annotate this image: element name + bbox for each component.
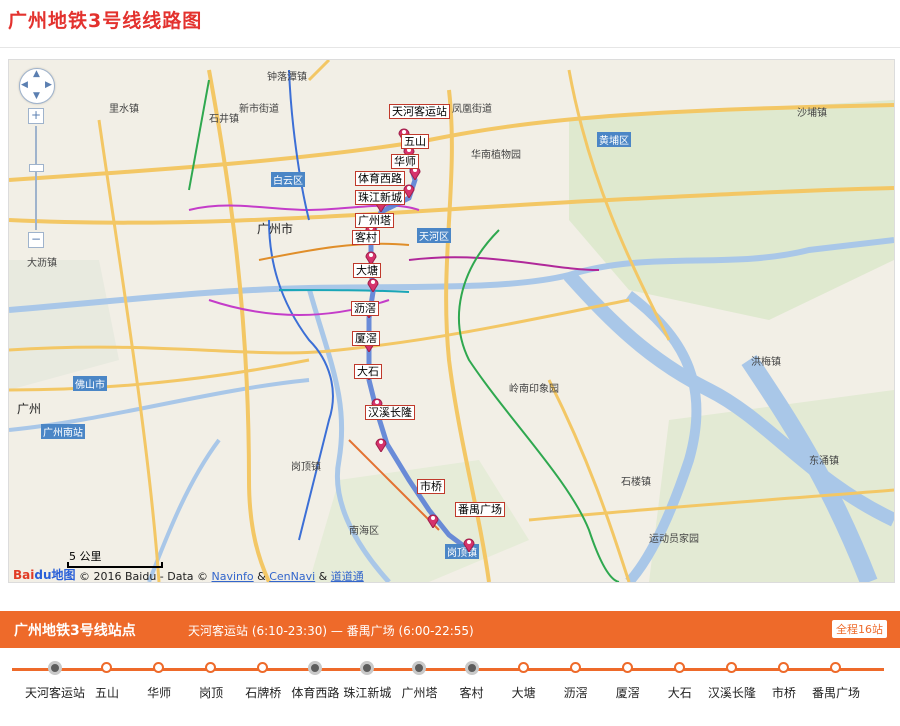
copyright-link-cennavi[interactable]: CenNavi [269, 570, 315, 582]
stop-dot-icon[interactable] [830, 662, 841, 673]
station-label[interactable]: 广州塔 [355, 213, 394, 228]
station-label[interactable]: 番禺广场 [455, 502, 505, 517]
map-copyright: © 2016 Baidu - Data © Navinfo & CenNavi … [79, 570, 364, 583]
place-label: 广州 [17, 402, 42, 416]
station-label[interactable]: 华师 [391, 154, 419, 169]
map-pan-control[interactable]: ▲ ▼ ◀ ▶ [19, 68, 55, 104]
zoom-slider-track[interactable] [29, 126, 44, 230]
transfer-stop-icon[interactable] [48, 661, 62, 675]
station-pin-icon[interactable] [461, 536, 477, 552]
transfer-stop-icon[interactable] [464, 661, 479, 675]
stop-dot-icon[interactable] [777, 662, 789, 673]
place-label: 石井镇 [209, 114, 239, 125]
station-pin-icon[interactable] [365, 276, 381, 292]
place-label: 岗顶镇 [291, 462, 321, 473]
zoom-out-button[interactable]: − [28, 232, 44, 248]
place-label: 运动员家园 [649, 534, 699, 545]
place-label: 沙埔镇 [797, 108, 827, 119]
station-label[interactable]: 市桥 [417, 479, 445, 494]
place-label: 大沥镇 [27, 258, 57, 269]
station-label[interactable]: 沥滘 [351, 301, 379, 316]
place-label: 里水镇 [109, 104, 139, 115]
stop-dot-icon[interactable] [205, 662, 217, 673]
pan-left-icon[interactable]: ◀ [21, 80, 28, 90]
transfer-stop-icon[interactable] [412, 661, 427, 675]
zoom-control: + − [28, 108, 44, 248]
pan-down-icon[interactable]: ▼ [33, 91, 40, 101]
place-label: 新市街道 [239, 104, 279, 115]
station-label[interactable]: 体育西路 [355, 171, 405, 186]
place-label: 东涌镇 [809, 456, 839, 467]
stop-dot-icon[interactable] [517, 662, 529, 673]
title-divider [0, 47, 900, 48]
place-label: 岭南印象园 [509, 384, 559, 395]
station-label[interactable]: 五山 [401, 134, 429, 149]
place-label: 钟落潭镇 [267, 72, 307, 83]
station-label[interactable]: 珠江新城 [355, 190, 405, 205]
line-track [12, 668, 884, 671]
station-label[interactable]: 天河客运站 [389, 104, 450, 119]
stop-name[interactable]: 番禺广场 [796, 684, 876, 701]
station-label[interactable]: 厦滘 [352, 331, 380, 346]
stop-dot-icon[interactable] [569, 662, 581, 673]
pan-right-icon[interactable]: ▶ [45, 80, 52, 90]
stop-dot-icon[interactable] [153, 662, 165, 673]
copyright-link-navinfo[interactable]: Navinfo [212, 570, 254, 582]
stop-dot-icon[interactable] [257, 662, 269, 673]
operating-hours: 天河客运站 (6:10-23:30) — 番禺广场 (6:00-22:55) [188, 624, 474, 638]
station-count-badge: 全程16站 [832, 620, 887, 638]
place-label: 广州市 [257, 222, 294, 236]
transfer-stop-icon[interactable] [360, 661, 375, 675]
zoom-slider-handle[interactable] [29, 164, 44, 172]
transfer-stop-icon[interactable] [308, 661, 323, 675]
place-label: 天河区 [417, 228, 451, 243]
baidu-logo[interactable]: Baidu地图 [13, 566, 76, 582]
stop-dot-icon[interactable] [725, 662, 737, 673]
stop-dot-icon[interactable] [673, 662, 685, 673]
zoom-in-button[interactable]: + [28, 108, 44, 124]
station-info-bar: 广州地铁3号线站点 天河客运站 (6:10-23:30) — 番禺广场 (6:0… [0, 611, 900, 648]
station-label[interactable]: 大塘 [353, 263, 381, 278]
copyright-link-daodaotong[interactable]: 道道通 [331, 570, 364, 582]
station-bar-title: 广州地铁3号线站点 [14, 623, 136, 639]
page-title: 广州地铁3号线线路图 [8, 10, 203, 32]
place-label: 洪梅镇 [751, 357, 781, 368]
map-canvas [9, 60, 894, 582]
station-label[interactable]: 大石 [354, 364, 382, 379]
station-label[interactable]: 客村 [352, 230, 380, 245]
place-label: 南海区 [349, 526, 379, 537]
place-label: 华南植物园 [471, 150, 521, 161]
place-label: 白云区 [271, 172, 305, 187]
place-label: 凤凰街道 [452, 104, 492, 115]
place-label: 佛山市 [73, 376, 107, 391]
place-label: 广州南站 [41, 424, 85, 439]
pan-up-icon[interactable]: ▲ [33, 69, 40, 79]
station-pin-icon[interactable] [373, 436, 389, 452]
place-label: 石楼镇 [621, 477, 651, 488]
place-label: 黄埔区 [597, 132, 631, 147]
stop-dot-icon[interactable] [101, 662, 113, 673]
stop-dot-icon[interactable] [621, 662, 633, 673]
map-view[interactable]: 钟落潭镇 里水镇 新市街道 凤凰街道 沙埔镇 石井镇 黄埔区 华南植物园 白云区… [8, 59, 895, 583]
station-pin-icon[interactable] [425, 512, 441, 528]
station-label[interactable]: 汉溪长隆 [365, 405, 415, 420]
